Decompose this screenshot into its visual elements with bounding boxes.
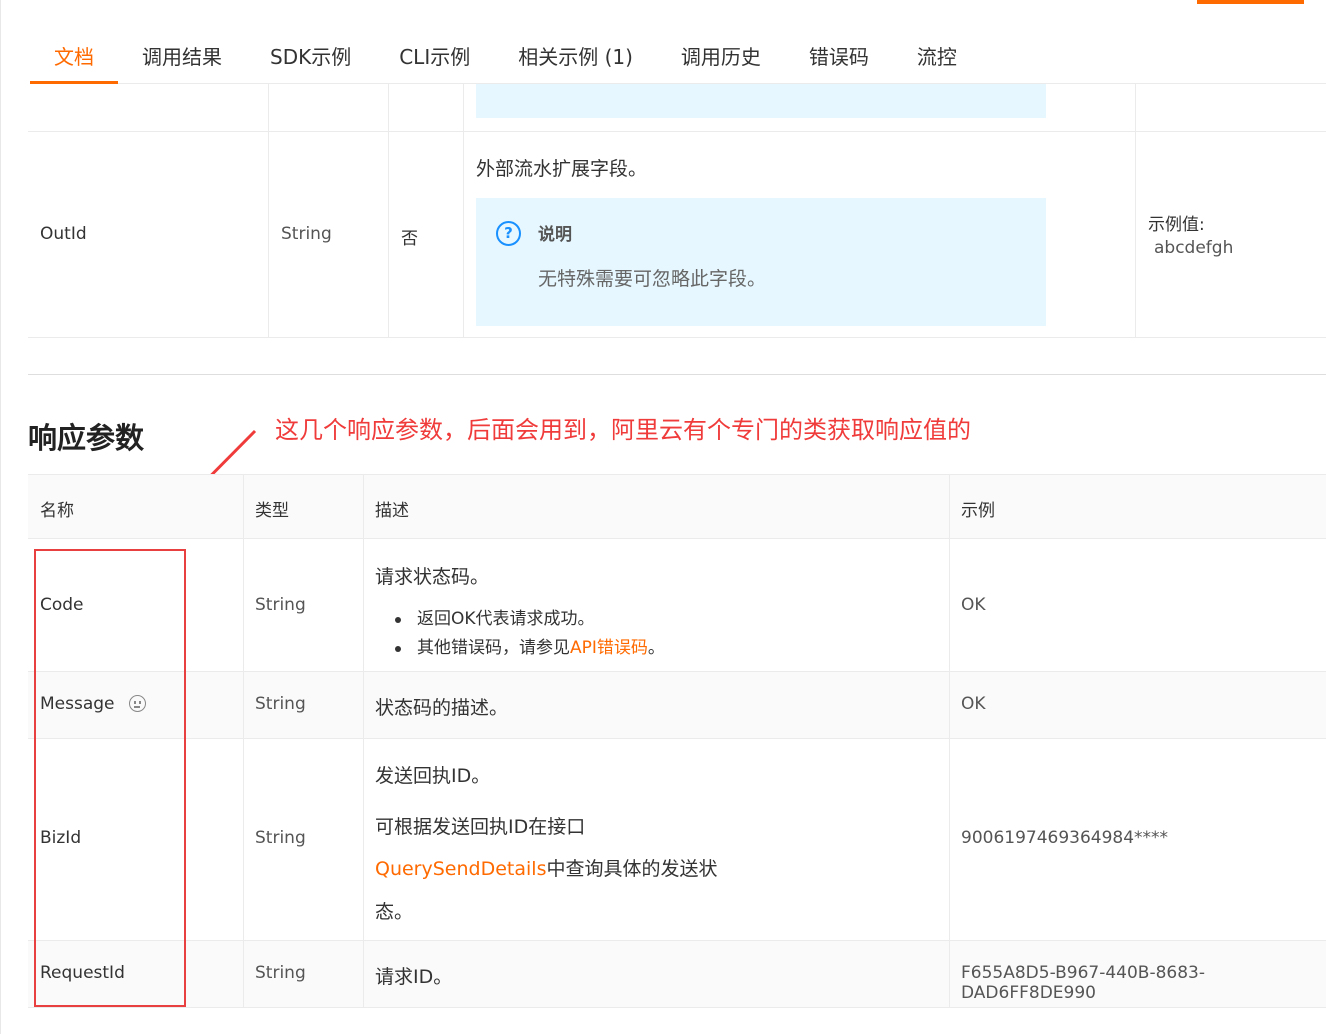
list-item: 返回OK代表请求成功。 — [375, 605, 665, 634]
list-item: 其他错误码，请参见API错误码。 — [375, 634, 665, 663]
tab-call-result[interactable]: 调用结果 — [118, 30, 246, 83]
example-value: abcdefgh — [1154, 238, 1234, 258]
bullet-text-suffix: 。 — [647, 638, 665, 658]
param-type: String — [255, 595, 306, 615]
tab-error-codes[interactable]: 错误码 — [785, 30, 893, 83]
tab-sdk-example[interactable]: SDK示例 — [246, 30, 375, 83]
doc-tabs: 文档 调用结果 SDK示例 CLI示例 相关示例 (1) 调用历史 错误码 流控 — [30, 30, 1326, 84]
description-text: 中查询具体的发送状 — [546, 858, 718, 880]
tab-docs[interactable]: 文档 — [30, 30, 118, 84]
param-example: OK — [961, 694, 986, 714]
example-label: 示例值: — [1148, 215, 1205, 235]
param-required: 否 — [401, 229, 418, 249]
top-accent-bar — [1197, 0, 1304, 4]
param-example: F655A8D5-B967-440B-8683-DAD6FF8DE990 — [961, 963, 1205, 1003]
table-row-code: Code String 请求状态码。 返回OK代表请求成功。 其他错误码，请参见… — [28, 539, 1326, 672]
table-row-requestid: RequestId String 请求ID。 F655A8D5-B967-440… — [28, 941, 1326, 1008]
param-description: 外部流水扩展字段。 — [476, 158, 648, 180]
tab-cli-example[interactable]: CLI示例 — [375, 30, 494, 83]
param-description-detail: 可根据发送回执ID在接口 — [375, 816, 586, 838]
response-params-table: 名称 类型 描述 示例 Code String 请求状态码。 返回OK代表请求成… — [28, 474, 1326, 1008]
bullet-text: 其他错误码，请参见 — [417, 638, 570, 658]
table-header: 名称 类型 描述 示例 — [28, 475, 1326, 539]
bullet-text: 返回OK代表请求成功。 — [417, 609, 595, 629]
description-list: 返回OK代表请求成功。 其他错误码，请参见API错误码。 — [375, 605, 665, 663]
question-icon: ? — [496, 221, 521, 246]
annotation-text: 这几个响应参数，后面会用到，阿里云有个专门的类获取响应值的 — [275, 416, 971, 444]
header-description: 描述 — [375, 501, 409, 521]
param-description-detail-line: QuerySendDetails中查询具体的发送状 — [375, 854, 717, 881]
request-params-table: OutId String 否 外部流水扩展字段。 ? 说明 无特殊需要可忽略此字… — [28, 84, 1326, 338]
description-text-end: 态。 — [375, 901, 414, 923]
param-type: String — [255, 828, 306, 848]
param-type: String — [255, 963, 306, 983]
query-send-details-link[interactable]: QuerySendDetails — [375, 858, 546, 880]
param-example: 9006197469364984**** — [961, 828, 1169, 848]
param-name: OutId — [40, 224, 87, 244]
table-row-outid: OutId String 否 外部流水扩展字段。 ? 说明 无特殊需要可忽略此字… — [28, 132, 1326, 338]
note-box: ? 说明 无特殊需要可忽略此字段。 — [476, 198, 1046, 326]
param-example: OK — [961, 595, 986, 615]
table-row-bizid: BizId String 发送回执ID。 可根据发送回执ID在接口 QueryS… — [28, 739, 1326, 941]
header-name: 名称 — [40, 501, 74, 521]
header-example: 示例 — [961, 501, 995, 521]
table-row — [28, 84, 1326, 132]
tab-call-history[interactable]: 调用历史 — [657, 30, 785, 83]
param-description: 请求状态码。 — [375, 566, 490, 588]
table-row-message: Message String 状态码的描述。 OK — [28, 672, 1326, 739]
response-section-title: 响应参数 — [28, 421, 145, 455]
tab-flow-control[interactable]: 流控 — [893, 30, 981, 83]
param-description: 状态码的描述。 — [375, 697, 509, 719]
param-type: String — [281, 224, 332, 244]
left-gutter-line — [0, 0, 1, 1034]
api-error-code-link[interactable]: API错误码 — [570, 638, 648, 658]
annotation-highlight-box — [34, 549, 186, 1007]
param-type: String — [255, 694, 306, 714]
param-description: 发送回执ID。 — [375, 765, 491, 787]
note-title: 说明 — [538, 225, 572, 245]
note-box-partial — [476, 84, 1046, 118]
section-divider — [28, 374, 1326, 375]
header-type: 类型 — [255, 501, 289, 521]
note-text: 无特殊需要可忽略此字段。 — [538, 268, 767, 290]
tab-related-examples[interactable]: 相关示例 (1) — [494, 30, 657, 83]
param-description: 请求ID。 — [375, 966, 453, 988]
